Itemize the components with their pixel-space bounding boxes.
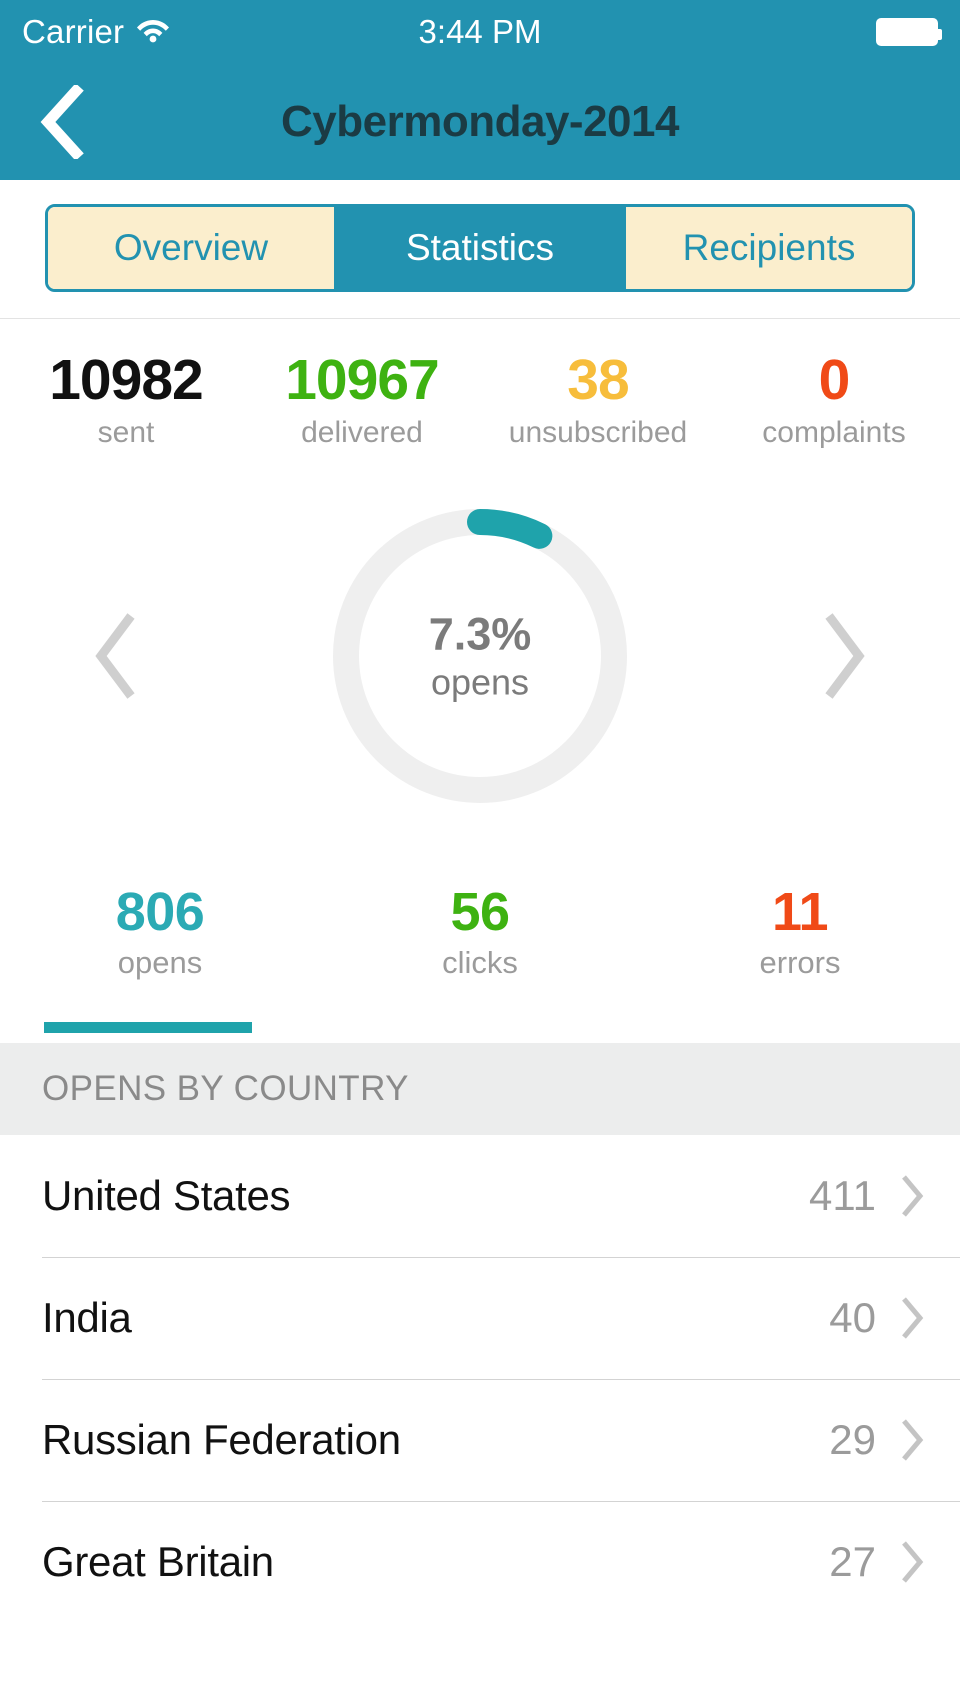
donut-metric-label: opens bbox=[430, 661, 530, 703]
status-bar: Carrier 3:44 PM bbox=[0, 0, 960, 64]
section-header-label: OPENS BY COUNTRY bbox=[42, 1068, 409, 1108]
page-title: Cybermonday-2014 bbox=[281, 97, 679, 146]
tab-overview[interactable]: Overview bbox=[48, 207, 337, 289]
stat-delivered: 10967 delivered bbox=[244, 348, 480, 450]
stat-sent-value: 10982 bbox=[49, 348, 204, 412]
country-name: Great Britain bbox=[42, 1537, 274, 1585]
table-row[interactable]: Great Britain 27 bbox=[0, 1500, 960, 1623]
country-name: Russian Federation bbox=[42, 1415, 401, 1463]
tab-statistics[interactable]: Statistics bbox=[337, 207, 626, 289]
chevron-right-icon bbox=[902, 1297, 924, 1339]
country-count: 411 bbox=[809, 1171, 876, 1219]
metric-errors-value: 11 bbox=[771, 882, 829, 943]
chevron-left-icon bbox=[40, 85, 84, 159]
metric-errors-label: errors bbox=[759, 944, 841, 980]
metric-clicks-value: 56 bbox=[450, 882, 510, 943]
metric-clicks-label: clicks bbox=[442, 944, 518, 980]
stat-delivered-value: 10967 bbox=[285, 348, 440, 412]
country-count: 27 bbox=[829, 1537, 876, 1585]
country-row-right: 40 bbox=[829, 1294, 926, 1342]
country-list: United States 411 India 40 Russian Feder… bbox=[0, 1134, 960, 1623]
country-name: India bbox=[42, 1293, 132, 1341]
active-metric-indicator bbox=[44, 1021, 252, 1033]
table-row[interactable]: United States 411 bbox=[0, 1135, 960, 1257]
metric-tab-opens[interactable]: 806 opens bbox=[0, 884, 320, 981]
metric-tab-errors[interactable]: 11 errors bbox=[640, 884, 960, 981]
carrier-label: Carrier bbox=[22, 13, 125, 50]
navigation-bar: Cybermonday-2014 bbox=[0, 64, 960, 180]
metric-tabs-row: 806 opens 56 clicks 11 errors bbox=[0, 856, 960, 1033]
metric-opens-value: 806 bbox=[115, 882, 205, 943]
country-count: 40 bbox=[829, 1293, 876, 1341]
table-row[interactable]: Russian Federation 29 bbox=[0, 1378, 960, 1501]
chevron-right-icon bbox=[825, 613, 865, 699]
donut-prev-button[interactable] bbox=[72, 601, 162, 711]
table-row[interactable]: India 40 bbox=[0, 1256, 960, 1379]
metric-opens-label: opens bbox=[117, 944, 203, 980]
chevron-left-icon bbox=[95, 613, 135, 699]
tab-recipients[interactable]: Recipients bbox=[626, 207, 912, 289]
stat-delivered-label: delivered bbox=[301, 416, 423, 450]
metric-tab-clicks[interactable]: 56 clicks bbox=[320, 884, 640, 981]
donut-center-text: 7.3% opens bbox=[329, 610, 631, 704]
country-row-right: 27 bbox=[829, 1538, 926, 1586]
country-row-right: 29 bbox=[829, 1416, 926, 1464]
wifi-icon bbox=[136, 17, 170, 48]
stat-unsubscribed-value: 38 bbox=[567, 348, 629, 412]
chevron-right-icon bbox=[902, 1541, 924, 1583]
chevron-right-icon bbox=[902, 1419, 924, 1461]
stat-unsubscribed-label: unsubscribed bbox=[508, 416, 688, 450]
battery-icon bbox=[876, 18, 942, 46]
donut-next-button[interactable] bbox=[798, 601, 888, 711]
summary-stats-row: 10982 sent 10967 delivered 38 unsubscrib… bbox=[0, 319, 960, 456]
donut-percent-value: 7.3% bbox=[428, 608, 532, 660]
country-name: United States bbox=[42, 1171, 291, 1219]
status-bar-left: Carrier bbox=[22, 13, 170, 51]
stat-unsubscribed: 38 unsubscribed bbox=[480, 348, 716, 450]
stat-sent-label: sent bbox=[97, 416, 155, 450]
segmented-control: Overview Statistics Recipients bbox=[45, 204, 915, 292]
back-button[interactable] bbox=[30, 85, 92, 159]
stat-complaints: 0 complaints bbox=[716, 348, 952, 450]
stat-complaints-label: complaints bbox=[762, 416, 906, 450]
country-row-right: 411 bbox=[809, 1172, 926, 1220]
country-count: 29 bbox=[829, 1415, 876, 1463]
stat-complaints-value: 0 bbox=[818, 348, 851, 412]
opens-donut-chart: 7.3% opens bbox=[329, 505, 631, 807]
tab-bar: Overview Statistics Recipients bbox=[0, 180, 960, 319]
section-header: OPENS BY COUNTRY bbox=[0, 1042, 960, 1135]
status-bar-right bbox=[876, 18, 942, 46]
donut-chart-section: 7.3% opens bbox=[0, 456, 960, 856]
stat-sent: 10982 sent bbox=[8, 348, 244, 450]
chevron-right-icon bbox=[902, 1175, 924, 1217]
